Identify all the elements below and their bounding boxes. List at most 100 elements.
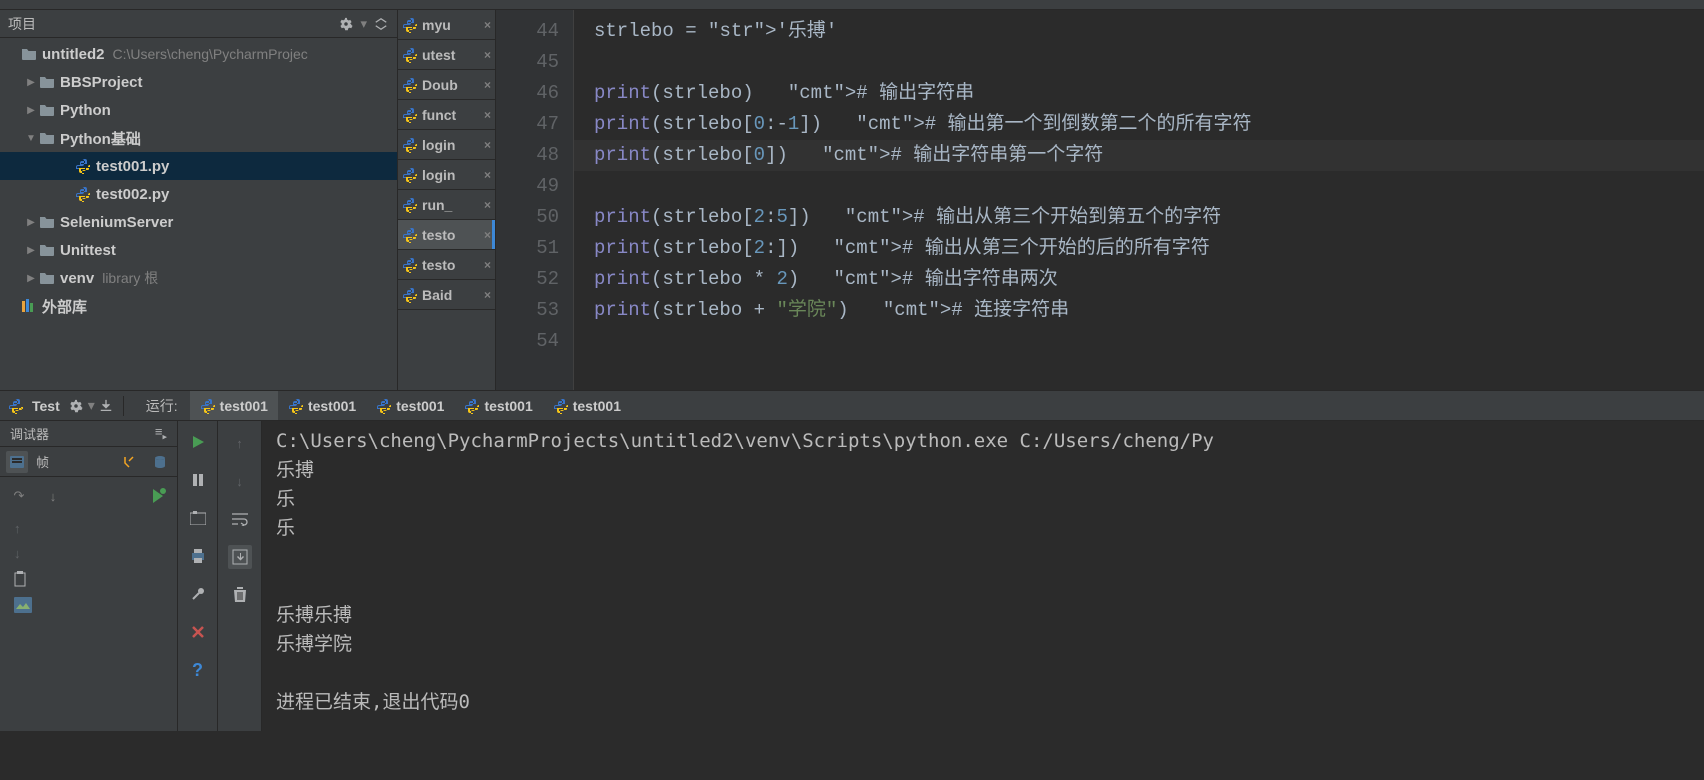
python-icon [402,17,418,33]
close-x-icon[interactable] [187,621,209,643]
run-controls-left: ? [178,421,218,731]
python-icon [200,398,216,414]
tab-label: myu [422,17,451,33]
step-over-icon[interactable]: ↷ [8,485,30,507]
close-icon[interactable]: × [484,228,491,242]
run-tab[interactable]: test001 [543,391,631,420]
run-tabbar: Test ▾ 运行: test001test001test001test001t… [0,391,1704,421]
tree-node[interactable]: ▶BBSProject [0,68,397,96]
editor-tab[interactable]: utest× [398,40,495,70]
step-down-icon[interactable]: ↓ [42,485,64,507]
code-editor[interactable]: 4445464748495051525354 strlebo = "str">'… [496,10,1704,390]
python-icon [8,398,24,414]
editor-tab[interactable]: myu × [398,10,495,40]
rerun-icon[interactable] [147,485,169,507]
sidebar-title: 项目 [8,14,36,34]
editor-tab[interactable]: funct× [398,100,495,130]
tab-label: testo [422,227,455,243]
code-area[interactable]: strlebo = "str">'乐搏' print(strlebo) "cmt… [574,10,1704,390]
editor-tabs: myu×utest×Doub×funct×login×login×run_×te… [398,10,496,390]
play-icon[interactable] [187,431,209,453]
screenshot-icon[interactable] [187,507,209,529]
chevron-icon: ▼ [24,133,38,144]
close-icon[interactable]: × [484,18,491,32]
collapse-icon[interactable] [373,16,389,32]
trash-icon[interactable] [228,583,252,607]
code-line[interactable]: print(strlebo + "学院") "cmt"># 连接字符串 [594,299,1069,321]
code-line[interactable]: strlebo = "str">'乐搏' [594,20,837,42]
tree-node[interactable]: ▶Python [0,96,397,124]
console-output[interactable]: C:\Users\cheng\PycharmProjects\untitled2… [262,421,1704,731]
close-icon[interactable]: × [484,258,491,272]
close-icon[interactable]: × [484,78,491,92]
folder-icon [38,242,56,258]
run-tab[interactable]: test001 [190,391,278,420]
python-icon [376,398,392,414]
editor-tab[interactable]: login× [398,130,495,160]
up-arrow-icon[interactable]: ↑ [14,521,163,536]
run-tab[interactable]: test001 [366,391,454,420]
image-icon[interactable] [14,597,163,613]
tree-node[interactable]: ▼ Python基础 [0,124,397,152]
scroll-end-icon[interactable] [228,545,252,569]
code-line[interactable]: print(strlebo * 2) "cmt"># 输出字符串两次 [594,268,1058,290]
up-icon[interactable]: ↑ [228,431,252,455]
tree-node-label: BBSProject [60,74,143,91]
gear-icon[interactable] [338,16,354,32]
editor-tab[interactable]: testo × [398,220,495,250]
pause-icon[interactable] [187,469,209,491]
editor-tab[interactable]: testo × [398,250,495,280]
tree-node[interactable]: ▶Unittest [0,236,397,264]
step-into-icon[interactable] [119,451,141,473]
code-line[interactable]: print(strlebo[0]) "cmt"># 输出字符串第一个字符 [574,140,1704,171]
debugger-header: 调试器 ≡▸ [0,421,177,447]
close-icon[interactable]: × [484,48,491,62]
filter-icon[interactable]: ≡▸ [155,424,167,443]
python-icon [402,257,418,273]
tree-project-root[interactable]: untitled2 C:\Users\cheng\PycharmProjec [0,40,397,68]
editor-tab[interactable]: login× [398,160,495,190]
pin-icon[interactable] [187,583,209,605]
wrap-icon[interactable] [228,507,252,531]
close-icon[interactable]: × [484,138,491,152]
close-icon[interactable]: × [484,288,491,302]
python-icon [402,77,418,93]
clipboard-icon[interactable] [14,571,163,587]
tree-node[interactable]: test002.py [0,180,397,208]
close-icon[interactable]: × [484,108,491,122]
tree-node[interactable]: 外部库 [0,292,397,320]
libs-icon [20,298,38,314]
editor-gutter: 4445464748495051525354 [496,10,574,390]
close-icon[interactable]: × [484,198,491,212]
code-line[interactable]: print(strlebo[2:5]) "cmt"># 输出从第三个开始到第五个… [594,206,1221,228]
printer-icon[interactable] [187,545,209,567]
editor-tab[interactable]: Doub× [398,70,495,100]
close-icon[interactable]: × [484,168,491,182]
folder-icon [38,130,56,146]
editor-tab[interactable]: Baid× [398,280,495,310]
run-tab[interactable]: test001 [454,391,542,420]
tab-label: testo [422,257,455,273]
down-arrow-icon[interactable]: ↓ [14,546,163,561]
gear-icon[interactable] [68,398,84,414]
down-icon[interactable]: ↓ [228,469,252,493]
code-line[interactable]: print(strlebo[2:]) "cmt"># 输出从第三个开始的后的所有… [594,237,1210,259]
frames-icon[interactable] [6,451,28,473]
tree-node[interactable]: ▶venvlibrary 根 [0,264,397,292]
db-icon[interactable] [149,451,171,473]
code-line[interactable]: print(strlebo) "cmt"># 输出字符串 [594,82,974,104]
code-line[interactable]: print(strlebo[0:-1]) "cmt"># 输出第一个到倒数第二个… [594,113,1252,135]
python-icon [288,398,304,414]
editor-tab[interactable]: run_× [398,190,495,220]
run-tab-label: test001 [573,398,621,414]
run-tab[interactable]: test001 [278,391,366,420]
test-config-label[interactable]: Test [32,398,60,414]
tree-node[interactable]: ▶SeleniumServer [0,208,397,236]
download-icon[interactable] [99,399,113,413]
sidebar-header: 项目 ▾ [0,10,397,38]
help-icon[interactable]: ? [187,659,209,681]
python-icon [402,137,418,153]
tree-node-label: Python基础 [60,128,141,149]
run-label: 运行: [134,396,190,416]
tree-node[interactable]: test001.py [0,152,397,180]
